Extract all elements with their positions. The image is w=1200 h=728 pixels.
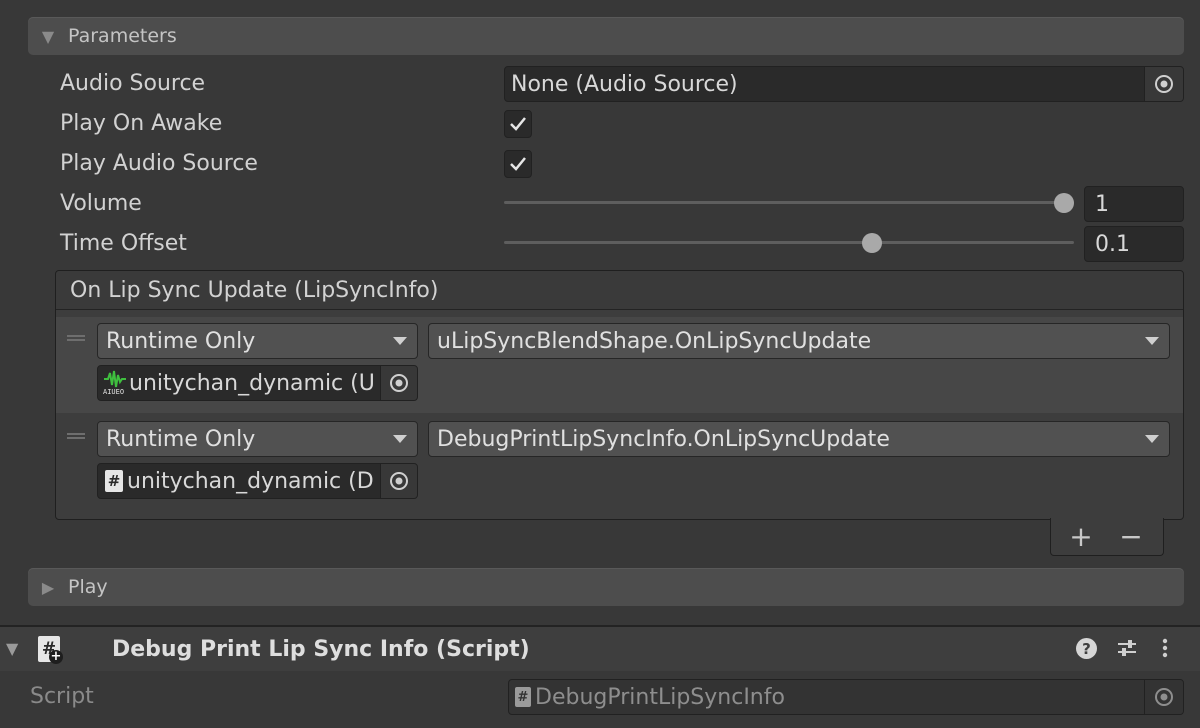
runtime-mode-value: Runtime Only [106,426,256,452]
script-icon: # [105,470,123,492]
script-value: DebugPrintLipSyncInfo [535,684,785,710]
kebab-menu-icon[interactable] [1158,637,1172,663]
time-offset-value-field[interactable]: 0.1 [1084,226,1184,262]
component-header[interactable]: ▼ # + Debug Print Lip Sync Info (Script)… [0,627,1200,671]
dropdown-arrow-icon [393,435,407,443]
foldout-expanded-icon: ▼ [41,26,55,46]
play-on-awake-checkbox[interactable] [504,110,532,138]
target-object-value: unitychan_dynamic (D [127,468,374,494]
function-value: DebugPrintLipSyncInfo.OnLipSyncUpdate [437,426,890,452]
runtime-mode-value: Runtime Only [106,328,256,354]
volume-slider-track [504,201,1074,204]
script-icon-glyph: # [107,472,121,490]
script-label: Script [30,684,94,709]
play-title: Play [68,576,108,598]
foldout-collapsed-icon: ▶ [41,577,55,597]
listener-row[interactable]: Runtime Only DebugPrintLipSyncInfo.OnLip… [56,417,1183,513]
checkmark-icon [510,157,526,171]
listener-row[interactable]: Runtime Only uLipSyncBlendShape.OnLipSyn… [56,317,1183,413]
audio-icon-caption: AIUEO [103,388,125,396]
volume-value-field[interactable]: 1 [1084,186,1184,222]
target-object-field[interactable]: # unitychan_dynamic (D [97,463,418,499]
parameters-foldout[interactable]: ▼ Parameters [28,17,1184,55]
object-picker-button [1144,680,1183,714]
runtime-mode-dropdown[interactable]: Runtime Only [97,323,418,359]
parameters-title: Parameters [68,25,177,47]
play-foldout[interactable]: ▶ Play [28,568,1184,606]
function-value: uLipSyncBlendShape.OnLipSyncUpdate [437,328,872,354]
script-field-icon: # [515,687,531,707]
time-offset-slider-thumb[interactable] [862,233,882,253]
volume-slider[interactable] [504,192,1074,214]
target-icon [1155,75,1173,93]
time-offset-label: Time Offset [60,231,187,256]
script-field-glyph: # [517,689,529,705]
add-listener-button[interactable]: + [1067,520,1095,553]
component-title: Debug Print Lip Sync Info (Script) [112,637,530,662]
volume-label: Volume [60,191,142,216]
target-icon [390,374,408,392]
function-dropdown[interactable]: DebugPrintLipSyncInfo.OnLipSyncUpdate [428,421,1170,457]
help-icon[interactable]: ? [1076,638,1097,659]
add-badge-icon: + [49,649,63,664]
drag-handle-icon[interactable] [67,335,85,341]
runtime-mode-dropdown[interactable]: Runtime Only [97,421,418,457]
time-offset-value: 0.1 [1095,231,1130,257]
audio-component-icon: AIUEO [103,369,127,397]
play-audio-source-label: Play Audio Source [60,151,258,176]
audio-source-label: Audio Source [60,71,206,96]
audio-source-value: None (Audio Source) [511,71,738,97]
remove-listener-button[interactable]: − [1117,520,1145,553]
dropdown-arrow-icon [393,337,407,345]
event-title: On Lip Sync Update (LipSyncInfo) [70,278,439,303]
object-picker-button[interactable] [380,366,417,400]
script-field: # DebugPrintLipSyncInfo [508,679,1184,715]
presets-icon[interactable] [1116,637,1138,663]
event-header: On Lip Sync Update (LipSyncInfo) [56,271,1183,310]
time-offset-slider-track [504,241,1074,244]
target-object-field[interactable]: AIUEO unitychan_dynamic (U [97,365,418,401]
function-dropdown[interactable]: uLipSyncBlendShape.OnLipSyncUpdate [428,323,1170,359]
drag-handle-icon[interactable] [67,433,85,439]
object-picker-button[interactable] [380,464,417,498]
object-picker-button[interactable] [1144,67,1183,101]
volume-slider-thumb[interactable] [1054,193,1074,213]
event-box: On Lip Sync Update (LipSyncInfo) Runtime… [55,270,1184,520]
play-audio-source-checkbox[interactable] [504,150,532,178]
play-on-awake-label: Play On Awake [60,111,223,136]
dropdown-arrow-icon [1145,435,1159,443]
audio-source-field[interactable]: None (Audio Source) [504,66,1184,102]
dropdown-arrow-icon [1145,337,1159,345]
help-glyph: ? [1082,639,1091,658]
target-icon [390,472,408,490]
volume-value: 1 [1095,191,1109,217]
target-icon [1155,688,1173,706]
foldout-expanded-icon[interactable]: ▼ [6,639,18,658]
time-offset-slider[interactable] [504,232,1074,254]
checkmark-icon [510,117,526,131]
list-footer: + − [1050,518,1164,556]
target-object-value: unitychan_dynamic (U [129,370,375,396]
